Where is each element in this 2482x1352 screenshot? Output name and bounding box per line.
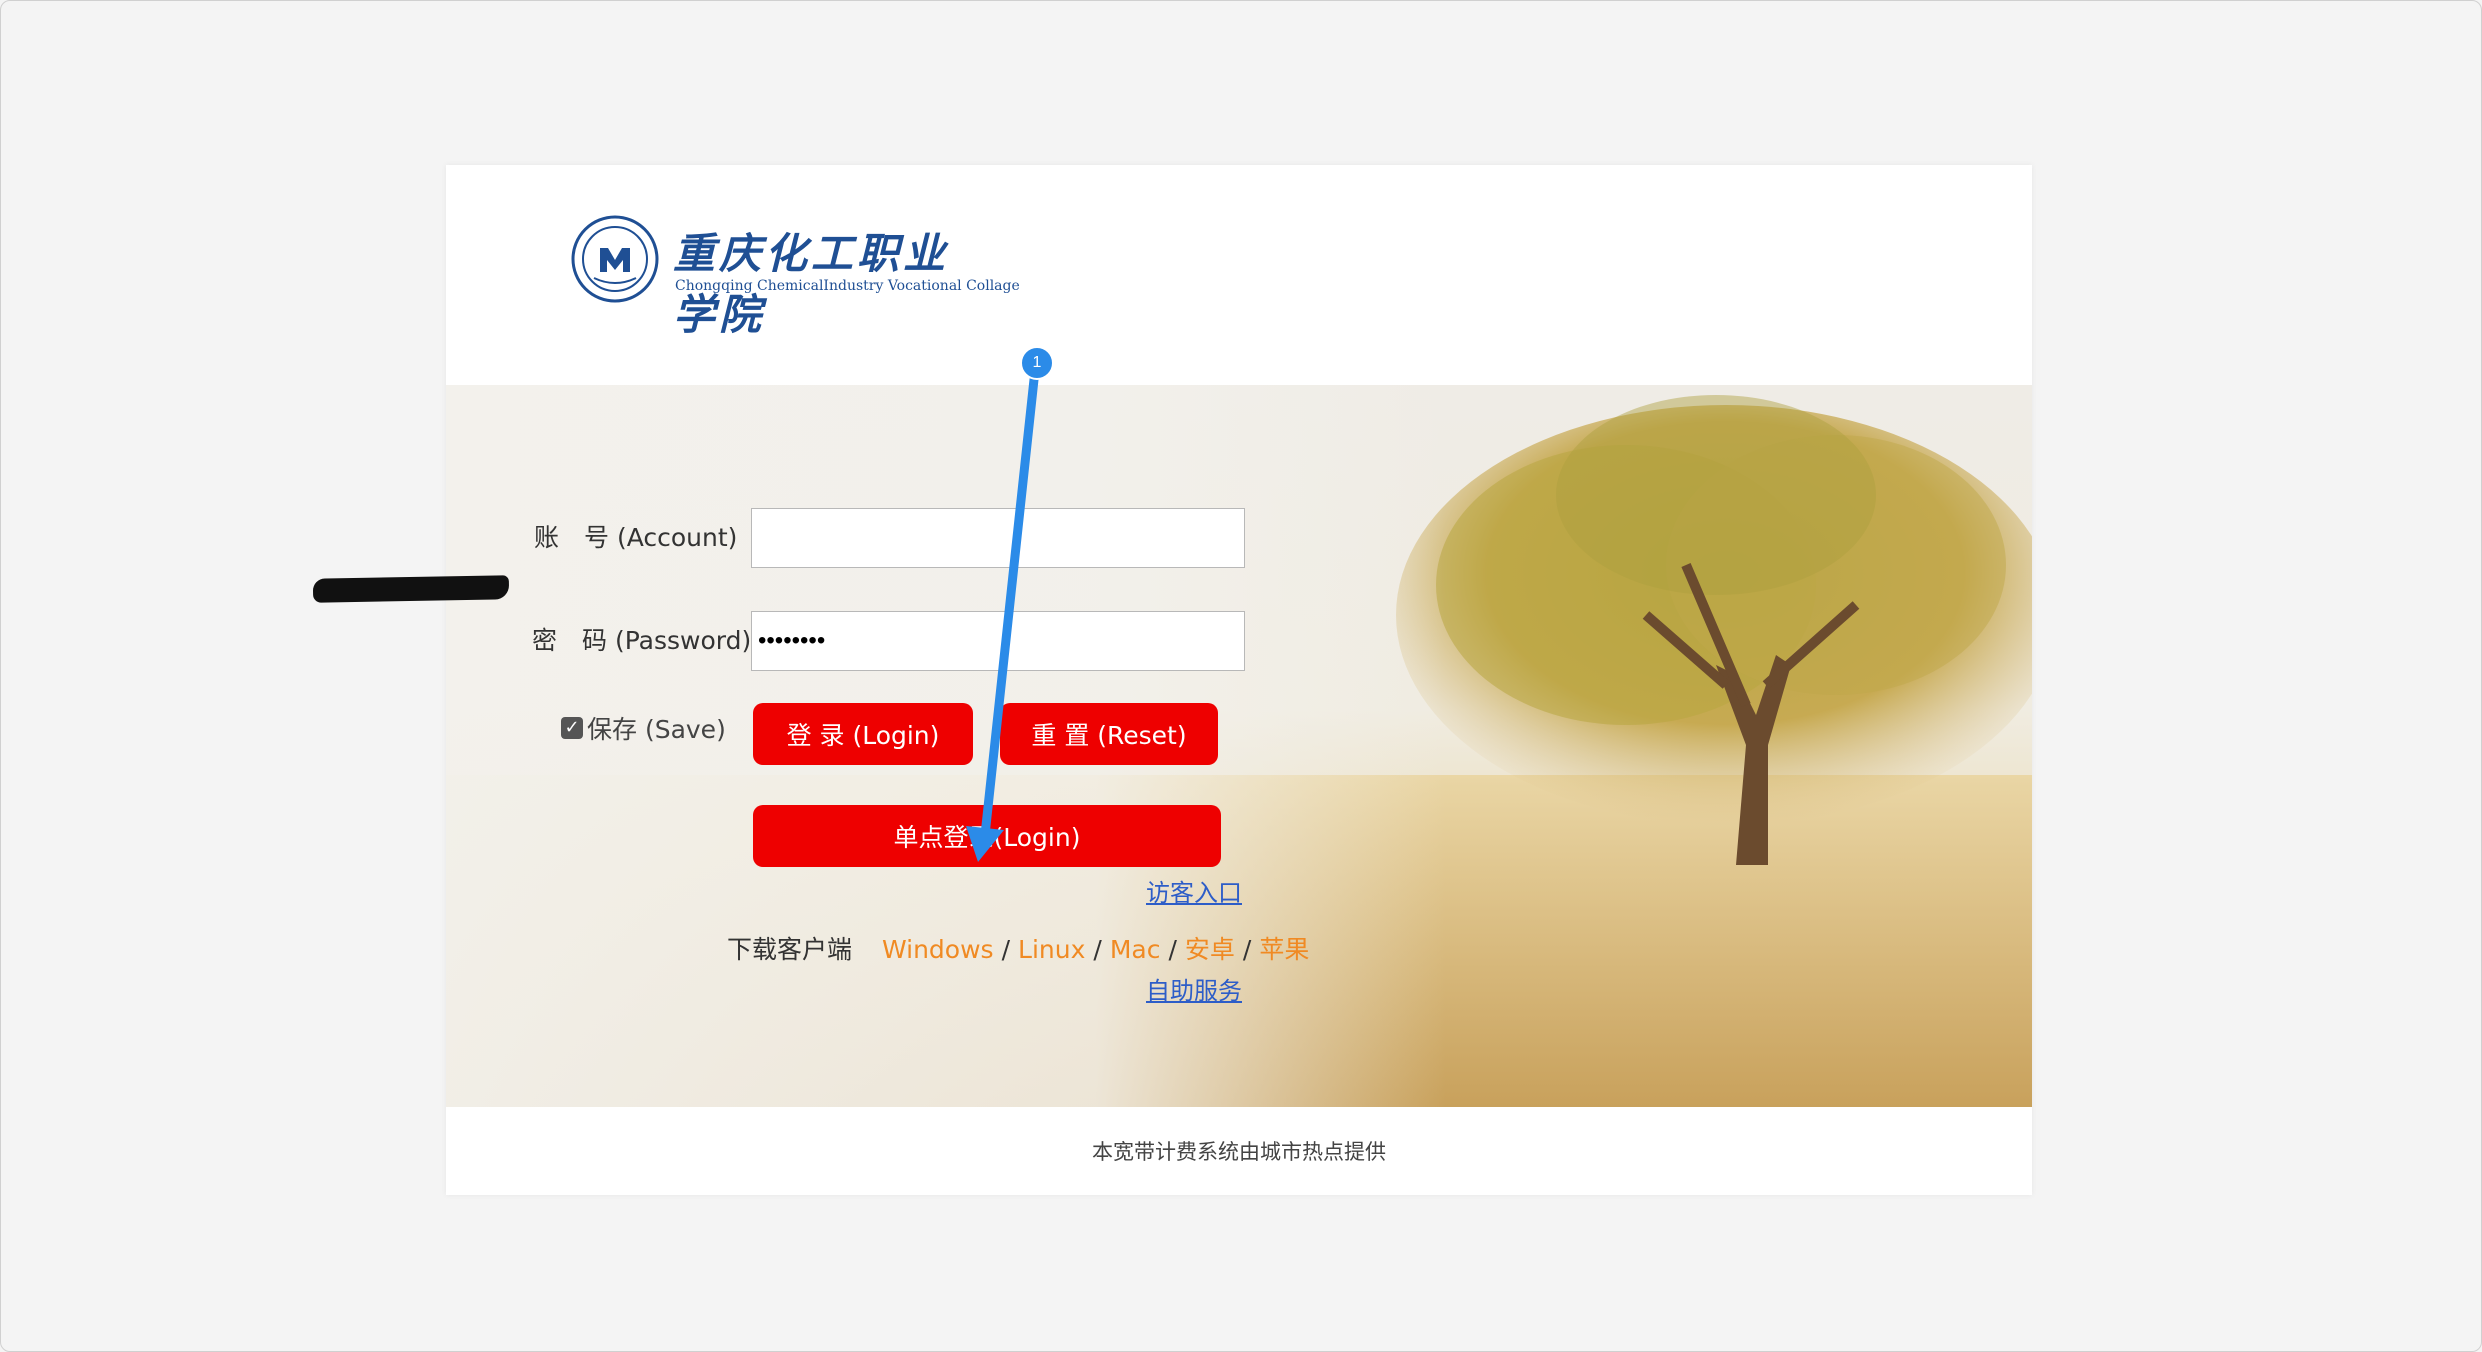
guest-entry-link[interactable]: 访客入口: [1146, 873, 1242, 908]
download-windows-link[interactable]: Windows: [882, 935, 994, 964]
download-client-row: 下载客户端 Windows / Linux / Mac / 安卓 / 苹果: [727, 935, 1310, 964]
header: 重庆化工职业学院 Chongqing ChemicalIndustry Voca…: [446, 165, 2032, 385]
annotation-step-badge: 1: [1020, 346, 1054, 380]
self-service-link[interactable]: 自助服务: [1146, 971, 1242, 1006]
login-hero: 账 号 (Account) 密 码 (Password) ✓ 保存 (Save)…: [446, 385, 2032, 1107]
download-linux-link[interactable]: Linux: [1018, 935, 1085, 964]
redacted-account-value: [312, 575, 510, 603]
browser-window: 重庆化工职业学院 Chongqing ChemicalIndustry Voca…: [0, 0, 2482, 1352]
login-card: 重庆化工职业学院 Chongqing ChemicalIndustry Voca…: [446, 165, 2032, 1195]
password-input[interactable]: [751, 611, 1245, 671]
reset-button[interactable]: 重 置 (Reset): [1000, 703, 1218, 765]
footer-provider-text: 本宽带计费系统由城市热点提供: [1092, 1140, 1386, 1164]
download-ios-link[interactable]: 苹果: [1259, 935, 1309, 964]
login-button[interactable]: 登 录 (Login): [753, 703, 973, 765]
save-checkbox[interactable]: ✓: [561, 717, 583, 739]
password-label: 密 码 (Password): [532, 626, 752, 655]
account-input[interactable]: [751, 508, 1245, 568]
save-label: 保存 (Save): [587, 715, 726, 744]
college-seal-icon: [571, 215, 659, 303]
college-english-name: Chongqing ChemicalIndustry Vocational Co…: [675, 278, 1020, 294]
download-client-label: 下载客户端: [727, 935, 853, 964]
sso-login-button[interactable]: 单点登录(Login): [753, 805, 1221, 867]
download-mac-link[interactable]: Mac: [1110, 935, 1161, 964]
footer: 本宽带计费系统由城市热点提供: [446, 1107, 2032, 1195]
download-android-link[interactable]: 安卓: [1185, 935, 1235, 964]
account-label: 账 号 (Account): [534, 523, 738, 552]
college-logo: 重庆化工职业学院 Chongqing ChemicalIndustry Voca…: [570, 212, 1020, 339]
save-option[interactable]: ✓ 保存 (Save): [561, 710, 726, 746]
